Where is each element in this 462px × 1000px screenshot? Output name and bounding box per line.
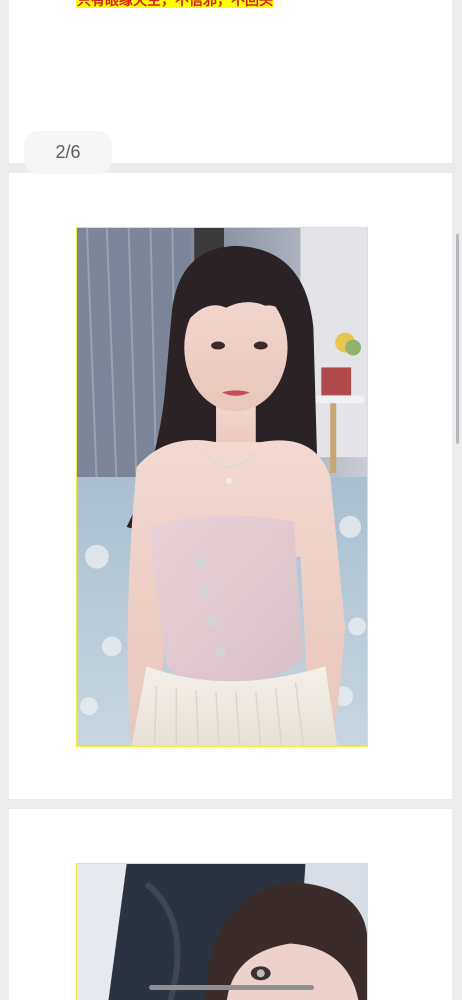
post-photo-next[interactable] xyxy=(76,863,368,1000)
post-viewer: 只有眼缘天空，不信邪，不回头 2/6 xyxy=(0,0,462,1000)
post-photo[interactable] xyxy=(76,227,368,747)
portrait-photo-image xyxy=(77,228,367,746)
selfie-photo-image xyxy=(77,864,367,1000)
image-page-counter: 2/6 xyxy=(24,131,112,174)
home-indicator[interactable] xyxy=(149,985,314,990)
highlighted-caption: 只有眼缘天空，不信邪，不回头 xyxy=(76,0,274,8)
post-image-card-next xyxy=(9,809,452,1000)
scrollbar[interactable] xyxy=(456,234,459,444)
post-image-card xyxy=(9,173,452,799)
